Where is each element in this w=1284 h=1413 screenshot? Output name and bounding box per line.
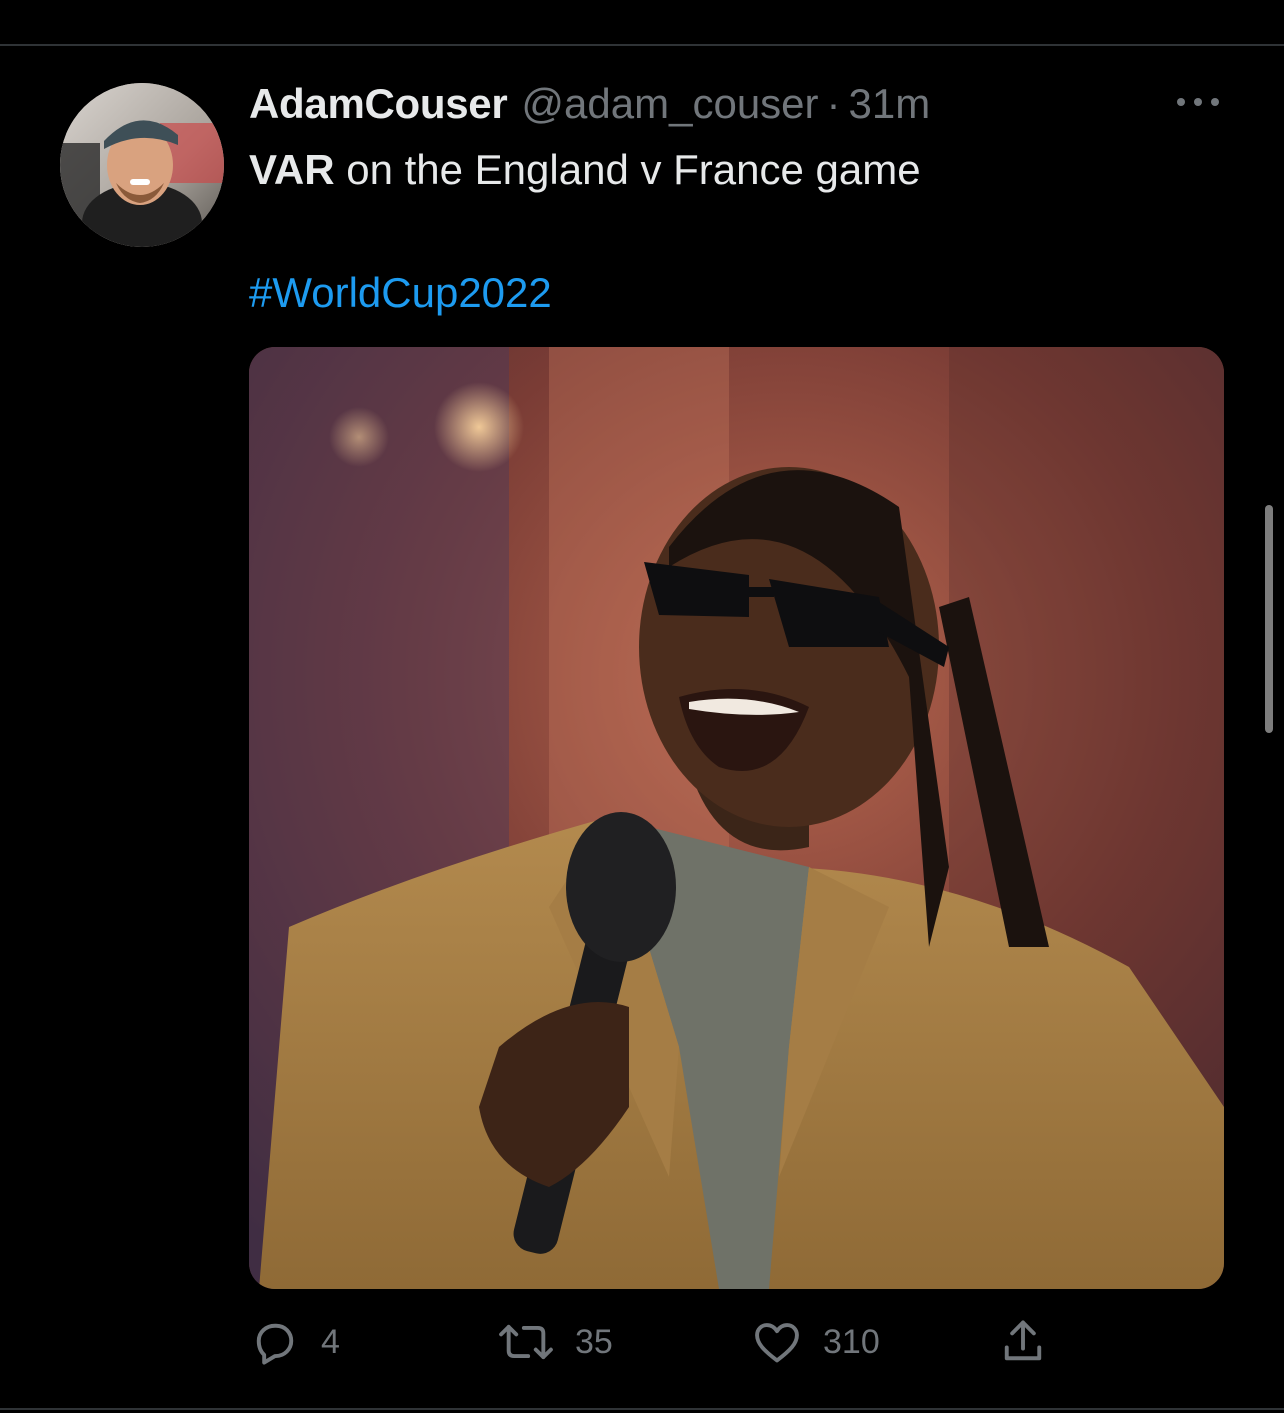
- reply-action[interactable]: 4: [249, 1312, 340, 1372]
- top-divider: [0, 44, 1284, 46]
- timestamp[interactable]: 31m: [849, 80, 931, 128]
- tweet-text-rest: on the England v France game: [334, 146, 921, 193]
- retweet-icon: [499, 1324, 553, 1360]
- photo-icon: [249, 347, 1224, 1289]
- bottom-divider: [0, 1408, 1284, 1410]
- hashtag-link[interactable]: #WorldCup2022: [249, 266, 552, 320]
- avatar[interactable]: [60, 83, 224, 247]
- reply-count: 4: [321, 1322, 340, 1361]
- display-name[interactable]: AdamCouser: [249, 80, 508, 128]
- retweet-action[interactable]: 35: [497, 1312, 613, 1372]
- tweet-text: VAR on the England v France game: [249, 143, 921, 197]
- tweet-media[interactable]: [249, 347, 1224, 1289]
- share-icon: [1004, 1320, 1042, 1361]
- action-bar: 4 35 310: [249, 1312, 1129, 1372]
- retweet-count: 35: [575, 1322, 613, 1361]
- share-action[interactable]: [997, 1312, 1049, 1372]
- like-action[interactable]: 310: [751, 1312, 880, 1372]
- more-button[interactable]: [1170, 88, 1226, 116]
- separator-dot: ·: [826, 80, 841, 127]
- reply-icon: [256, 1323, 294, 1365]
- like-count: 310: [823, 1322, 880, 1361]
- heart-icon: [755, 1323, 799, 1363]
- scrollbar[interactable]: [1265, 505, 1273, 733]
- user-handle[interactable]: @adam_couser: [521, 80, 818, 128]
- tweet-text-bold: VAR: [249, 146, 335, 193]
- tweet-header: AdamCouser @adam_couser · 31m: [249, 80, 930, 132]
- more-horizontal-icon: [1177, 98, 1219, 106]
- avatar-photo: [60, 83, 224, 247]
